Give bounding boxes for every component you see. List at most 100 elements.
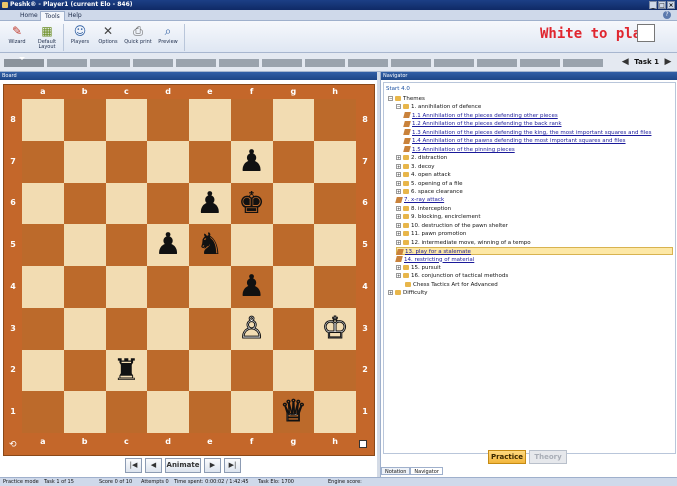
quick-print-button[interactable]: ⎙ Quick print xyxy=(122,23,154,52)
square-d6[interactable] xyxy=(147,182,189,225)
last-move-button[interactable]: ▶| xyxy=(224,458,241,473)
square-b5[interactable] xyxy=(63,224,106,266)
help-icon[interactable]: ? xyxy=(663,11,671,19)
tree-item[interactable]: +2. distraction xyxy=(396,154,447,162)
tree-item[interactable]: 1.3 Annihilation of the pieces defending… xyxy=(403,129,651,137)
square-b2[interactable] xyxy=(63,349,106,392)
square-f5[interactable] xyxy=(230,224,273,266)
task-segment[interactable] xyxy=(520,59,560,67)
tab-home[interactable]: Home xyxy=(16,11,42,21)
wizard-button[interactable]: ✎ Wizard xyxy=(3,23,31,52)
square-h6[interactable] xyxy=(314,182,356,225)
square-c6[interactable] xyxy=(105,182,148,225)
tree-item[interactable]: 1.1 Annihilation of the pieces defending… xyxy=(403,112,558,120)
black-knight-e5[interactable]: ♞ xyxy=(189,224,231,266)
black-king-f6[interactable]: ♚ xyxy=(231,183,273,225)
square-b1[interactable] xyxy=(63,391,106,433)
square-e7[interactable] xyxy=(189,140,231,183)
black-rook-c2[interactable]: ♜ xyxy=(106,350,148,392)
expand-toggle-icon[interactable]: + xyxy=(396,231,401,237)
square-d4[interactable] xyxy=(147,266,189,308)
tree-item[interactable]: 14. restricting of material xyxy=(395,256,474,264)
tree-item[interactable]: 1.5 Annihilation of the pinning pieces xyxy=(403,146,515,154)
first-move-button[interactable]: |◀ xyxy=(125,458,142,473)
tab-tools[interactable]: Tools xyxy=(40,11,65,21)
square-b8[interactable] xyxy=(63,99,106,141)
black-pawn-f7[interactable]: ♟ xyxy=(231,141,273,183)
square-g5[interactable] xyxy=(272,224,315,266)
tree-item[interactable]: +6. space clearance xyxy=(396,188,463,196)
tree-item[interactable]: 1.2 Annihilation of the pieces defending… xyxy=(403,120,562,128)
expand-toggle-icon[interactable]: + xyxy=(396,163,401,169)
maximize-button[interactable]: □ xyxy=(658,1,666,9)
square-f1[interactable] xyxy=(230,391,273,433)
tree-item[interactable]: +4. open attack xyxy=(396,171,451,179)
square-e3[interactable] xyxy=(189,307,231,350)
tree-item[interactable]: − Themes xyxy=(388,95,425,103)
task-segment[interactable] xyxy=(262,59,302,67)
square-b7[interactable] xyxy=(63,140,106,183)
default-layout-button[interactable]: ▦ Default Layout xyxy=(33,23,61,52)
square-e4[interactable] xyxy=(189,266,231,308)
expand-toggle-icon[interactable]: + xyxy=(388,290,393,296)
square-g3[interactable] xyxy=(272,307,315,350)
square-h1[interactable] xyxy=(314,391,356,433)
task-segment[interactable] xyxy=(90,59,130,67)
square-a5[interactable] xyxy=(22,224,64,266)
next-task-icon[interactable]: ▶ xyxy=(663,57,673,67)
task-segment[interactable] xyxy=(348,59,388,67)
preview-button[interactable]: ⌕ Preview xyxy=(154,23,182,52)
black-pawn-e6[interactable]: ♟ xyxy=(189,183,231,225)
close-button[interactable]: × xyxy=(667,1,675,9)
expand-toggle-icon[interactable]: + xyxy=(396,222,401,228)
tree-item[interactable]: Chess Tactics Art for Advanced xyxy=(396,281,498,289)
tree-root[interactable]: Start 4.0 xyxy=(386,85,410,93)
expand-toggle-icon[interactable]: + xyxy=(396,180,401,186)
task-segment[interactable] xyxy=(219,59,259,67)
expand-toggle-icon[interactable]: + xyxy=(396,265,401,270)
tree-item[interactable]: +5. opening of a file xyxy=(396,180,463,188)
expand-toggle-icon[interactable]: + xyxy=(396,214,401,220)
square-g8[interactable] xyxy=(272,99,315,141)
white-pawn-f3[interactable]: ♙ xyxy=(231,308,273,350)
square-g7[interactable] xyxy=(272,140,315,183)
square-g4[interactable] xyxy=(272,266,315,308)
tree-item[interactable]: +16. conjunction of tactical methods xyxy=(396,272,508,280)
square-f8[interactable] xyxy=(230,99,273,141)
tree-item[interactable]: − 1. annihilation of defence xyxy=(396,103,481,111)
black-pawn-f4[interactable]: ♟ xyxy=(231,266,273,308)
black-pawn-d5[interactable]: ♟ xyxy=(147,224,189,266)
prev-task-icon[interactable]: ◀ xyxy=(620,57,630,67)
minimize-button[interactable]: _ xyxy=(649,1,657,9)
expand-toggle-icon[interactable]: + xyxy=(396,273,401,279)
square-e2[interactable] xyxy=(189,349,231,392)
flip-board-icon[interactable]: ⟲ xyxy=(9,440,17,450)
square-b4[interactable] xyxy=(63,266,106,308)
square-b3[interactable] xyxy=(63,307,106,350)
task-segment[interactable] xyxy=(563,59,603,67)
tree-item[interactable]: 13. play for a stalemate xyxy=(396,247,673,256)
tree-item[interactable]: +8. interception xyxy=(396,205,451,213)
white-king-h3[interactable]: ♔ xyxy=(314,308,356,350)
square-c5[interactable] xyxy=(105,224,148,266)
task-segment[interactable] xyxy=(47,59,87,67)
tab-notation[interactable]: Notation xyxy=(381,467,411,475)
tree-item[interactable]: +12. intermediate move, winning of a tem… xyxy=(396,239,531,247)
square-h7[interactable] xyxy=(314,140,356,183)
task-segment[interactable] xyxy=(434,59,474,67)
square-a1[interactable] xyxy=(22,391,64,433)
practice-button[interactable]: Practice xyxy=(488,450,526,464)
expand-toggle-icon[interactable]: − xyxy=(396,104,401,110)
square-a7[interactable] xyxy=(22,140,64,183)
square-d2[interactable] xyxy=(147,349,189,392)
task-segment[interactable] xyxy=(305,59,345,67)
options-button[interactable]: ✕ Options xyxy=(94,23,122,52)
square-d3[interactable] xyxy=(147,307,189,350)
theory-button[interactable]: Theory xyxy=(529,450,567,464)
task-segment[interactable] xyxy=(176,59,216,67)
square-c8[interactable] xyxy=(105,99,148,141)
expand-toggle-icon[interactable]: − xyxy=(388,96,393,101)
expand-toggle-icon[interactable]: + xyxy=(396,205,401,211)
square-e8[interactable] xyxy=(189,99,231,141)
tree-item[interactable]: 7. x-ray attack xyxy=(395,196,444,204)
